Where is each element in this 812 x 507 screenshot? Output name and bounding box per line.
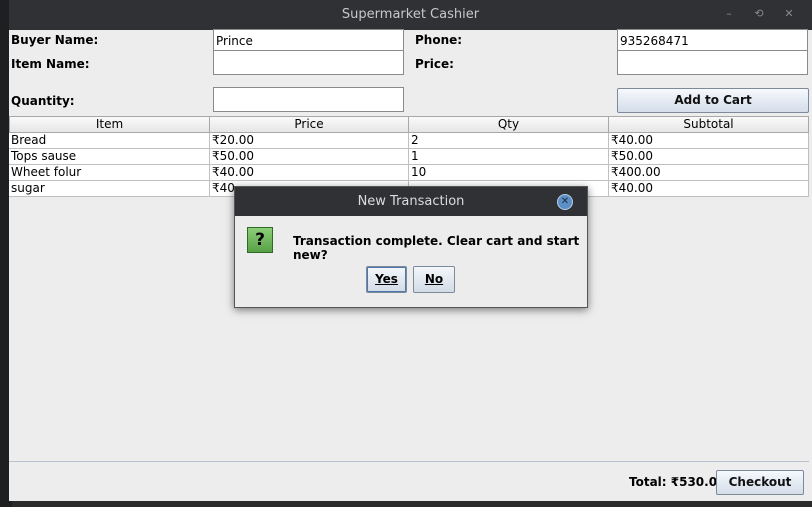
- column-header-subtotal[interactable]: Subtotal: [609, 116, 809, 133]
- column-header-price[interactable]: Price: [210, 116, 409, 133]
- cell-qty: 2: [409, 133, 609, 149]
- dialog-close-icon[interactable]: ✕: [557, 194, 573, 210]
- window-titlebar: Supermarket Cashier – ⟲ ✕: [9, 0, 812, 30]
- total-label: Total: ₹530.00: [629, 475, 726, 489]
- cell-subtotal: ₹400.00: [609, 165, 809, 181]
- item-name-label: Item Name:: [11, 57, 90, 71]
- column-header-qty[interactable]: Qty: [409, 116, 609, 133]
- table-header: Item Price Qty Subtotal: [9, 116, 809, 133]
- close-icon[interactable]: ✕: [782, 7, 796, 21]
- restore-icon[interactable]: ⟲: [752, 7, 766, 21]
- no-button[interactable]: No: [413, 266, 455, 293]
- table-row[interactable]: Bread ₹20.00 2 ₹40.00: [9, 133, 809, 149]
- cell-subtotal: ₹50.00: [609, 149, 809, 165]
- window-title: Supermarket Cashier: [341, 7, 480, 22]
- cell-subtotal: ₹40.00: [609, 181, 809, 197]
- cell-item: Tops sause: [9, 149, 210, 165]
- cell-price: ₹40.00: [210, 165, 409, 181]
- checkout-button[interactable]: Checkout: [716, 470, 804, 495]
- cell-item: sugar: [9, 181, 210, 197]
- price-input[interactable]: [617, 50, 808, 75]
- table-row[interactable]: Tops sause ₹50.00 1 ₹50.00: [9, 149, 809, 165]
- dialog-message: Transaction complete. Clear cart and sta…: [293, 234, 580, 262]
- buyer-name-label: Buyer Name:: [11, 33, 99, 47]
- cell-price: ₹20.00: [210, 133, 409, 149]
- footer-divider: [9, 461, 809, 462]
- price-label: Price:: [415, 57, 454, 71]
- new-transaction-dialog: New Transaction ✕ ? Transaction complete…: [234, 186, 588, 308]
- cell-price: ₹50.00: [210, 149, 409, 165]
- cell-item: Bread: [9, 133, 210, 149]
- minimize-icon[interactable]: –: [722, 7, 736, 21]
- cell-qty: 10: [409, 165, 609, 181]
- yes-button[interactable]: Yes: [366, 266, 407, 293]
- add-to-cart-button[interactable]: Add to Cart: [617, 88, 809, 113]
- cell-qty: 1: [409, 149, 609, 165]
- yes-button-label: Yes: [375, 272, 398, 286]
- quantity-input[interactable]: [213, 87, 404, 112]
- phone-label: Phone:: [415, 33, 463, 47]
- quantity-label: Quantity:: [11, 94, 75, 108]
- dialog-title: New Transaction: [235, 187, 587, 216]
- no-button-label: No: [424, 272, 444, 286]
- cell-subtotal: ₹40.00: [609, 133, 809, 149]
- table-row[interactable]: Wheet folur ₹40.00 10 ₹400.00: [9, 165, 809, 181]
- item-name-input[interactable]: [213, 50, 404, 75]
- question-icon: ?: [247, 227, 273, 253]
- cell-item: Wheet folur: [9, 165, 210, 181]
- column-header-item[interactable]: Item: [9, 116, 210, 133]
